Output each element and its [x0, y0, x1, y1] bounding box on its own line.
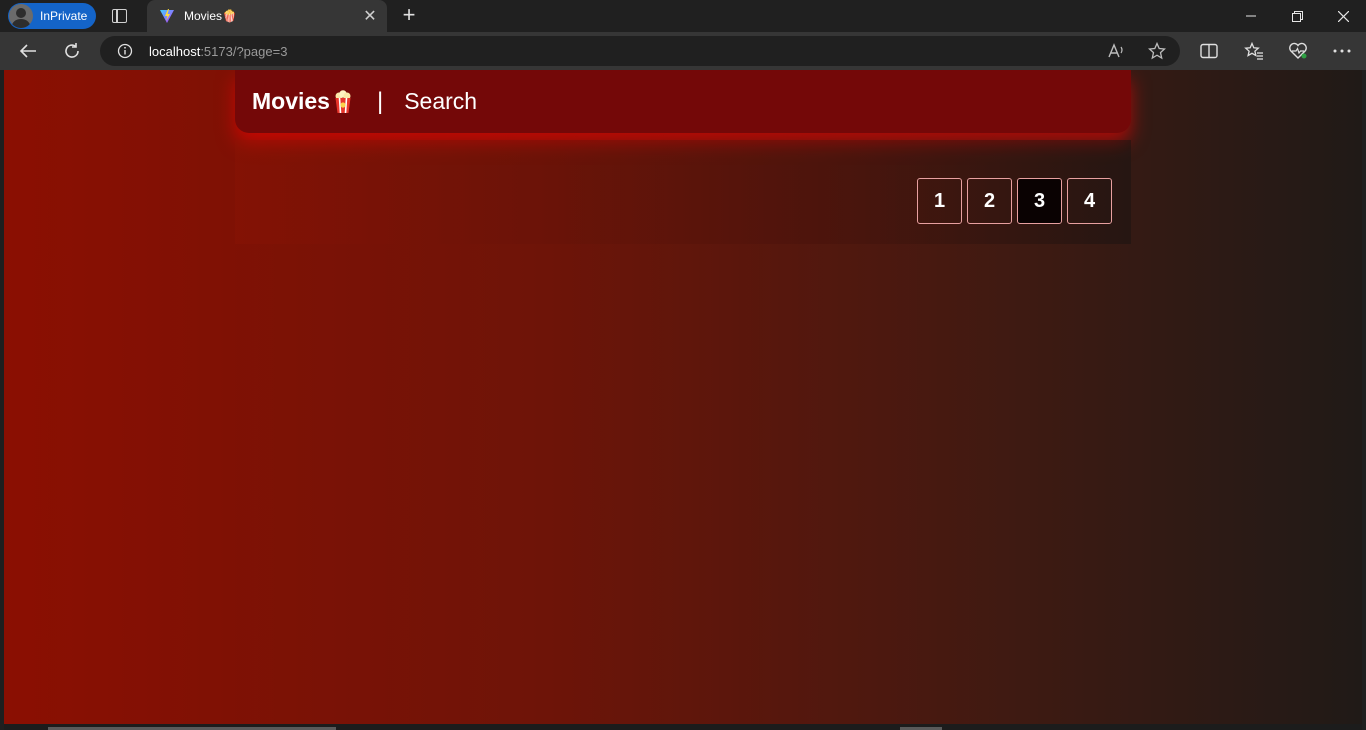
back-arrow-icon — [19, 44, 36, 58]
restore-button[interactable] — [1274, 0, 1320, 32]
browser-titlebar: InPrivate Movies🍿 ✕ + — [0, 0, 1366, 32]
tab-actions-icon[interactable] — [112, 9, 127, 23]
profile-avatar-icon — [9, 4, 33, 28]
favorites-icon[interactable] — [1244, 41, 1264, 61]
nav-divider: | — [376, 87, 384, 115]
split-screen-icon[interactable] — [1199, 41, 1219, 61]
page-button-2[interactable]: 2 — [967, 178, 1012, 224]
address-bar[interactable]: localhost:5173/?page=3 — [100, 36, 1180, 66]
tab-title: Movies🍿 — [184, 9, 237, 23]
back-button[interactable] — [13, 36, 43, 66]
site-info-icon[interactable] — [117, 43, 133, 59]
pagination: 1 2 3 4 — [917, 178, 1112, 224]
url-path: :5173/?page=3 — [200, 43, 288, 59]
inprivate-badge[interactable]: InPrivate — [8, 3, 96, 29]
page-viewport: Movies | Search 1 2 3 4 — [4, 70, 1362, 724]
tab-close-icon[interactable]: ✕ — [361, 6, 379, 26]
more-options-icon[interactable] — [1332, 41, 1352, 61]
brand-logo[interactable]: Movies — [252, 88, 353, 115]
close-window-button[interactable] — [1320, 0, 1366, 32]
refresh-button[interactable] — [57, 36, 87, 66]
refresh-icon — [65, 43, 79, 58]
page-button-4[interactable]: 4 — [1067, 178, 1112, 224]
page-button-1[interactable]: 1 — [917, 178, 962, 224]
page-button-3-active[interactable]: 3 — [1017, 178, 1062, 224]
popcorn-icon — [335, 89, 351, 113]
minimize-button[interactable] — [1228, 0, 1274, 32]
browser-essentials-icon[interactable] — [1288, 41, 1308, 61]
restore-icon — [1291, 10, 1303, 22]
vite-favicon-icon — [160, 9, 174, 23]
site-header: Movies | Search — [235, 70, 1131, 133]
brand-text: Movies — [252, 88, 330, 114]
read-aloud-icon[interactable] — [1107, 41, 1127, 61]
inprivate-label: InPrivate — [40, 9, 88, 23]
url-host: localhost — [149, 43, 201, 59]
close-icon — [1337, 10, 1349, 22]
favorite-star-icon[interactable] — [1147, 41, 1167, 61]
browser-tab-movies[interactable]: Movies🍿 ✕ — [147, 0, 387, 32]
minimize-icon — [1246, 15, 1256, 17]
nav-search-link[interactable]: Search — [404, 88, 477, 115]
new-tab-button[interactable]: + — [398, 4, 420, 26]
